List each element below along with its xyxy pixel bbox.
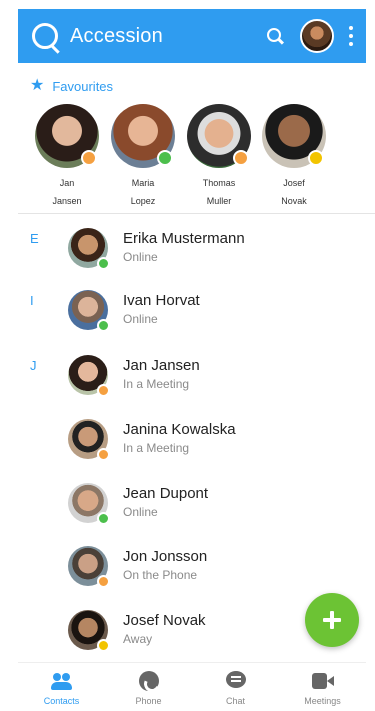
contact-row-ivan-horvat[interactable]: I Ivan Horvat Online	[30, 290, 350, 346]
meeting-status-icon	[97, 448, 110, 461]
app-title: Accession	[70, 24, 163, 47]
contact-name: Jon Jonsson	[123, 548, 208, 565]
contact-status: Online	[123, 505, 158, 519]
chat-icon	[225, 671, 247, 691]
online-status-icon	[97, 319, 110, 332]
meeting-status-icon	[233, 150, 249, 166]
favourite-name: Maria Lopez	[130, 178, 156, 206]
avatar	[68, 355, 110, 397]
bottom-navigation: Contacts Phone Chat Meetings	[18, 662, 366, 711]
contact-name: Josef Novak	[123, 612, 206, 629]
avatar	[262, 104, 326, 168]
contact-name: Jean Dupont	[123, 485, 209, 502]
app-screen: Accession ★ Favourites Jan Jansen Maria …	[0, 0, 375, 711]
search-icon[interactable]	[266, 27, 284, 45]
section-letter: I	[30, 293, 34, 308]
contact-name: Jan Jansen	[123, 357, 200, 374]
contacts-icon	[50, 671, 73, 691]
nav-label: Phone	[135, 696, 162, 706]
contact-row-erika-mustermann[interactable]: E Erika Mustermann Online	[30, 228, 350, 284]
meeting-status-icon	[81, 150, 97, 166]
avatar	[111, 104, 175, 168]
section-letter: J	[30, 358, 37, 373]
avatar	[68, 483, 110, 525]
favourite-name: Jan Jansen	[52, 178, 82, 206]
avatar	[68, 546, 110, 588]
contact-status: On the Phone	[123, 568, 198, 582]
favourite-jan-jansen[interactable]: Jan Jansen	[32, 104, 102, 210]
avatar	[35, 104, 99, 168]
user-avatar[interactable]	[300, 19, 334, 53]
contact-status: In a Meeting	[123, 377, 190, 391]
online-status-icon	[157, 150, 173, 166]
section-divider	[18, 213, 375, 214]
avatar	[187, 104, 251, 168]
favourite-thomas-muller[interactable]: Thomas Muller	[184, 104, 254, 210]
away-status-icon	[97, 639, 110, 652]
favourite-name: Thomas Muller	[202, 178, 236, 206]
nav-label: Chat	[225, 696, 245, 706]
contact-name: Erika Mustermann	[123, 230, 245, 247]
nav-phone[interactable]: Phone	[105, 663, 192, 711]
away-status-icon	[308, 150, 324, 166]
nav-contacts[interactable]: Contacts	[18, 663, 105, 711]
contact-row-jean-dupont[interactable]: Jean Dupont Online	[30, 483, 350, 539]
online-status-icon	[97, 257, 110, 270]
contact-status: Online	[123, 312, 158, 326]
contact-row-jon-jonsson[interactable]: Jon Jonsson On the Phone	[30, 546, 350, 602]
favourites-label: Favourites	[52, 78, 114, 94]
nav-meetings[interactable]: Meetings	[279, 663, 366, 711]
avatar	[68, 228, 110, 270]
favourites-row: Jan Jansen Maria Lopez Thomas Muller Jos…	[32, 104, 352, 209]
section-letter: E	[30, 231, 39, 246]
video-icon	[311, 671, 334, 691]
contact-name: Janina Kowalska	[123, 421, 236, 438]
phone-icon	[138, 671, 160, 691]
avatar	[68, 610, 110, 652]
online-status-icon	[97, 512, 110, 525]
avatar	[68, 290, 110, 332]
more-options-icon[interactable]	[348, 26, 354, 46]
nav-chat[interactable]: Chat	[192, 663, 279, 711]
favourite-name: Josef Novak	[281, 178, 307, 206]
contact-status: In a Meeting	[123, 441, 190, 455]
contact-name: Ivan Horvat	[123, 292, 200, 309]
contact-status: Away	[123, 632, 153, 646]
nav-label: Meetings	[304, 696, 341, 706]
add-contact-button[interactable]	[305, 593, 359, 647]
contact-status: Online	[123, 250, 158, 264]
app-logo-icon	[32, 23, 58, 49]
meeting-status-icon	[97, 384, 110, 397]
favourite-josef-novak[interactable]: Josef Novak	[259, 104, 329, 210]
contact-row-josef-novak[interactable]: Josef Novak Away	[30, 610, 350, 666]
favourite-maria-lopez[interactable]: Maria Lopez	[108, 104, 178, 210]
contact-row-janina-kowalska[interactable]: Janina Kowalska In a Meeting	[30, 419, 350, 475]
contact-row-jan-jansen[interactable]: J Jan Jansen In a Meeting	[30, 355, 350, 411]
avatar	[68, 419, 110, 461]
app-bar: Accession	[18, 9, 366, 63]
phone-status-icon	[97, 575, 110, 588]
star-icon: ★	[30, 77, 45, 94]
favourites-heading: ★ Favourites	[30, 78, 113, 94]
nav-label: Contacts	[43, 696, 80, 706]
